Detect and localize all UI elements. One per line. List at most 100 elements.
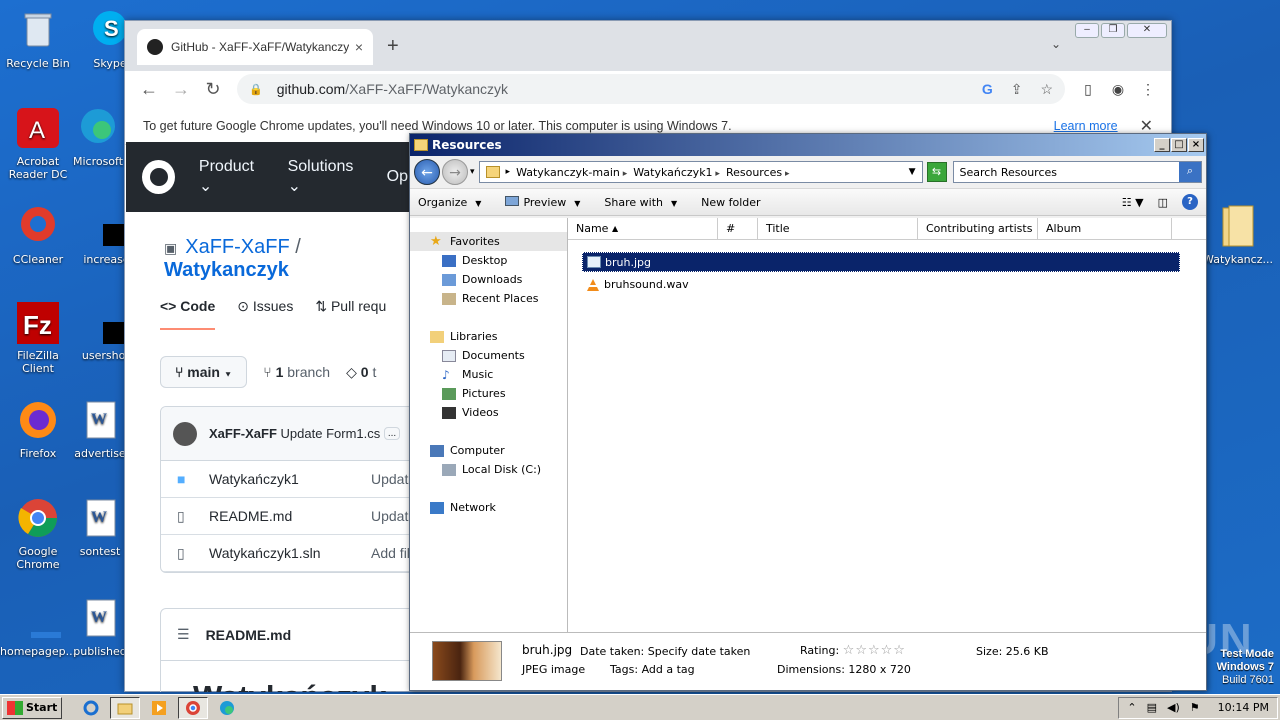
nav-videos[interactable]: Videos [410,403,567,422]
hard-drive-icon [442,463,456,476]
refresh-icon[interactable]: ⇆ [926,162,947,182]
nav-desktop[interactable]: Desktop [410,251,567,270]
repo-name-link[interactable]: Watykanczyk [164,259,289,281]
nav-documents[interactable]: Documents [410,346,567,365]
tab-github[interactable]: GitHub - XaFF-XaFF/Watykanczyk: R × [137,29,373,65]
close-button[interactable]: ✕ [1127,23,1167,38]
list-item[interactable]: bruh.jpg [582,252,1180,272]
media-player-icon[interactable] [144,697,174,719]
internet-explorer-icon[interactable] [76,697,106,719]
search-icon[interactable]: ⌕ [1179,162,1201,182]
avatar[interactable] [173,421,197,446]
close-button[interactable]: × [1188,138,1204,152]
tab-search-chevron-icon[interactable]: ⌄ [1051,37,1061,51]
commit-author[interactable]: XaFF-XaFF [209,426,277,441]
action-center-flag-icon[interactable]: ⚑ [1190,701,1200,714]
table-row[interactable]: ▯ Watykańczyk1.sln Add fil [161,535,410,572]
menu-kebab-icon[interactable]: ⋮ [1133,81,1163,98]
share-icon[interactable]: ⇪ [1011,81,1023,98]
col-contributing-artists[interactable]: Contributing artists [918,218,1038,239]
back-arrow-icon[interactable]: ← [133,79,165,100]
bookmark-star-icon[interactable]: ☆ [1040,81,1053,98]
nav-pictures[interactable]: Pictures [410,384,567,403]
google-translate-icon[interactable]: G [982,81,993,98]
edge-taskbar-icon[interactable] [212,697,242,719]
nav-libraries[interactable]: Libraries [410,327,567,346]
date-taken-field[interactable]: Specify date taken [648,645,751,658]
back-arrow-icon[interactable]: ← [414,159,440,185]
nav-downloads[interactable]: Downloads [410,270,567,289]
breadcrumb-root-chevron-icon[interactable]: ▸ [506,167,511,177]
tab-code[interactable]: <> Code [160,298,216,330]
explorer-taskbar-icon[interactable] [110,696,141,719]
recent-pages-chevron-icon[interactable]: ▾ [470,167,475,177]
start-button[interactable]: Start [2,696,63,719]
commit-message[interactable]: Update Form1.cs [281,426,381,441]
nav-network[interactable]: Network [410,498,567,517]
preview-pane-icon[interactable]: ◫ [1158,196,1168,209]
maximize-button[interactable]: □ [1171,138,1187,152]
forward-arrow-icon[interactable]: → [442,159,468,185]
preview-button[interactable]: Preview ▼ [505,195,580,209]
ccleaner-shortcut[interactable]: CCleaner [0,204,76,266]
list-icon[interactable]: ☰ [177,626,190,643]
col-number[interactable]: # [718,218,758,239]
nav-favorites[interactable]: ★ Favorites [410,232,567,251]
tags-link[interactable]: ◇ 0 t [346,364,376,381]
col-album[interactable]: Album [1038,218,1172,239]
breadcrumb[interactable]: Watykanczyk-main [516,166,627,179]
nav-product[interactable]: Product ⌄ [199,158,270,196]
learn-more-link[interactable]: Learn more [1054,119,1118,133]
col-title[interactable]: Title [758,218,918,239]
table-row[interactable]: ▯ README.md Updat [161,498,410,535]
view-options-icon[interactable]: ☷ ▼ [1122,196,1144,209]
tab-pull-requests[interactable]: ⇅ Pull requ [315,298,386,330]
filezilla-icon: Fz [15,300,61,346]
github-logo-icon[interactable] [142,160,175,194]
list-item[interactable]: bruhsound.wav [582,274,1180,294]
volume-icon[interactable]: ◀) [1167,701,1180,714]
tab-close-icon[interactable]: × [355,39,363,55]
branches-link[interactable]: ⑂ 1 branch [263,364,330,380]
network-tray-icon[interactable]: ▤ [1147,701,1157,714]
side-panel-icon[interactable]: ▯ [1073,81,1103,98]
breadcrumb[interactable]: Resources [726,166,790,179]
new-tab-button[interactable]: + [387,35,399,58]
reload-icon[interactable]: ↻ [197,79,229,100]
search-input[interactable]: Search Resources ⌕ [952,161,1202,183]
repo-owner-link[interactable]: XaFF-XaFF [185,236,289,258]
forward-arrow-icon[interactable]: → [165,79,197,100]
nav-open-source[interactable]: Op [387,168,408,186]
breadcrumb[interactable]: Watykańczyk1 [633,166,720,179]
nav-local-disk[interactable]: Local Disk (C:) [410,460,567,479]
nav-solutions[interactable]: Solutions ⌄ [288,158,369,196]
new-folder-button[interactable]: New folder [701,196,760,209]
address-dropdown-icon[interactable]: ▼ [909,167,916,177]
branch-select-button[interactable]: ⑂ main ▾ [160,356,248,388]
nav-music[interactable]: ♪ Music [410,365,567,384]
minimize-button[interactable]: – [1075,23,1099,38]
restore-button[interactable]: ❐ [1101,23,1125,38]
organize-button[interactable]: Organize ▼ [418,196,481,209]
tags-field[interactable]: Add a tag [642,663,695,676]
show-hidden-icons-icon[interactable]: ⌃ [1127,701,1136,714]
tab-issues[interactable]: ⊙ Issues [237,298,293,330]
explorer-panes: ★ Favorites Desktop Downloads Recent Plac… [410,218,1206,632]
recycle-bin-icon[interactable]: Recycle Bin [0,8,76,70]
chrome-taskbar-icon[interactable] [178,696,209,719]
nav-recent-places[interactable]: Recent Places [410,289,567,308]
address-bar[interactable]: ▸ Watykanczyk-main Watykańczyk1 Resource… [478,161,923,183]
clock[interactable]: 10:14 PM [1218,701,1269,714]
profile-avatar-icon[interactable]: ◉ [1103,81,1133,98]
table-row[interactable]: ■ Watykańczyk1 Updat [161,461,410,498]
watykanczyk-folder-shortcut[interactable]: Watykancz... [1200,204,1276,266]
address-bar[interactable]: 🔒 github.com/XaFF-XaFF/Watykanczyk G ⇪ ☆ [237,74,1065,104]
share-with-button[interactable]: Share with ▼ [604,196,677,209]
nav-computer[interactable]: Computer [410,441,567,460]
col-name[interactable]: Name ▲ [568,218,718,239]
commit-more-button[interactable]: ... [383,427,401,440]
filezilla-shortcut[interactable]: Fz FileZilla Client [0,300,76,375]
minimize-button[interactable]: _ [1154,138,1170,152]
help-icon[interactable]: ? [1182,194,1198,210]
rating-stars[interactable]: ☆☆☆☆☆ [843,643,906,658]
